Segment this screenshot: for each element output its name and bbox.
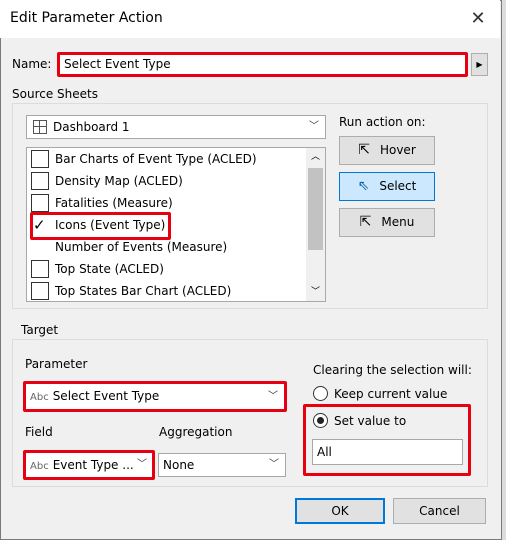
- sheet-checkbox[interactable]: [31, 149, 49, 168]
- name-label: Name:: [12, 57, 52, 71]
- scroll-up-icon[interactable]: ︿: [306, 148, 325, 166]
- parameter-label: Parameter: [25, 357, 88, 371]
- sheet-label: Bar Charts of Event Type (ACLED): [55, 152, 257, 166]
- parameter-value: Select Event Type: [52, 389, 160, 403]
- aggregation-dropdown[interactable]: None ﹀: [158, 453, 286, 477]
- sheet-checkbox[interactable]: [31, 171, 49, 190]
- clearing-label: Clearing the selection will:: [313, 363, 472, 377]
- select-label: Select: [379, 179, 417, 193]
- background-window-edge: [502, 0, 506, 540]
- run-action-label: Run action on:: [339, 115, 426, 129]
- hover-button[interactable]: ⇱ Hover: [339, 136, 435, 165]
- name-input[interactable]: Select Event Type: [57, 52, 468, 77]
- field-label: Field: [25, 425, 53, 439]
- set-value-label: Set value to: [334, 414, 407, 428]
- set-value-input[interactable]: All: [312, 439, 463, 465]
- sheet-row-density-map[interactable]: Density Map (ACLED): [31, 170, 316, 192]
- set-value-option[interactable]: Set value to: [313, 413, 406, 429]
- sheet-checkbox[interactable]: [31, 259, 49, 278]
- menu-icon: ⇱: [359, 214, 372, 230]
- chevron-down-icon: ﹀: [269, 459, 279, 470]
- select-button[interactable]: ⇖ Select: [339, 172, 435, 201]
- sheet-label: Fatalities (Measure): [55, 196, 173, 210]
- source-sheets-label: Source Sheets: [12, 87, 98, 101]
- aggregation-value: None: [163, 458, 195, 472]
- keep-current-value-option[interactable]: Keep current value: [313, 386, 447, 402]
- dashboard-dropdown[interactable]: Dashboard 1 ﹀: [26, 115, 326, 139]
- dashboard-icon: [33, 119, 47, 134]
- radio-selected-icon[interactable]: [313, 413, 328, 428]
- sheet-label: Density Map (ACLED): [55, 174, 183, 188]
- icons-sheet-highlight: [30, 212, 171, 240]
- hover-icon: ⇱: [358, 142, 370, 158]
- cancel-button[interactable]: Cancel: [393, 498, 486, 524]
- menu-button[interactable]: ⇱ Menu: [339, 208, 435, 237]
- target-label: Target: [21, 323, 59, 337]
- string-type-icon: Abc: [30, 392, 49, 403]
- sheet-row-bar-charts[interactable]: Bar Charts of Event Type (ACLED): [31, 148, 316, 170]
- sheet-checkbox[interactable]: [31, 193, 49, 212]
- field-dropdown[interactable]: Abc Event Type ... ﹀: [23, 450, 155, 480]
- chevron-down-icon: ﹀: [137, 459, 147, 470]
- field-value: Event Type ...: [52, 458, 134, 472]
- sheet-checkbox[interactable]: [31, 281, 49, 300]
- sheets-scrollbar[interactable]: ︿ ﹀: [306, 148, 325, 301]
- parameter-dropdown[interactable]: Abc Select Event Type ﹀: [23, 381, 287, 412]
- ok-button[interactable]: OK: [295, 498, 385, 524]
- sheet-label: Top States Bar Chart (ACLED): [55, 284, 232, 298]
- chevron-down-icon: ﹀: [268, 391, 278, 402]
- keep-current-value-label: Keep current value: [334, 387, 448, 401]
- sheet-row-top-state[interactable]: Top State (ACLED): [31, 258, 316, 280]
- sheet-label: Top State (ACLED): [55, 262, 164, 276]
- dashboard-value: Dashboard 1: [53, 120, 130, 134]
- aggregation-label: Aggregation: [159, 425, 233, 439]
- sheet-row-fatalities[interactable]: Fatalities (Measure): [31, 192, 316, 214]
- sheet-label: Number of Events (Measure): [55, 240, 228, 254]
- window-title: Edit Parameter Action: [10, 10, 163, 26]
- name-insert-button[interactable]: ▶: [471, 53, 488, 76]
- select-icon: ⇖: [357, 178, 370, 194]
- menu-label: Menu: [381, 215, 415, 229]
- scrollbar-thumb[interactable]: [308, 168, 323, 250]
- sheet-row-top-states-bar[interactable]: Top States Bar Chart (ACLED): [31, 280, 316, 301]
- string-type-icon: Abc: [30, 461, 49, 472]
- scroll-down-icon[interactable]: ﹀: [306, 283, 325, 301]
- radio-icon[interactable]: [313, 386, 328, 401]
- close-icon[interactable]: ✕: [460, 4, 496, 34]
- chevron-down-icon: ﹀: [309, 121, 319, 132]
- hover-label: Hover: [379, 143, 416, 157]
- sheet-checkbox[interactable]: [31, 238, 49, 256]
